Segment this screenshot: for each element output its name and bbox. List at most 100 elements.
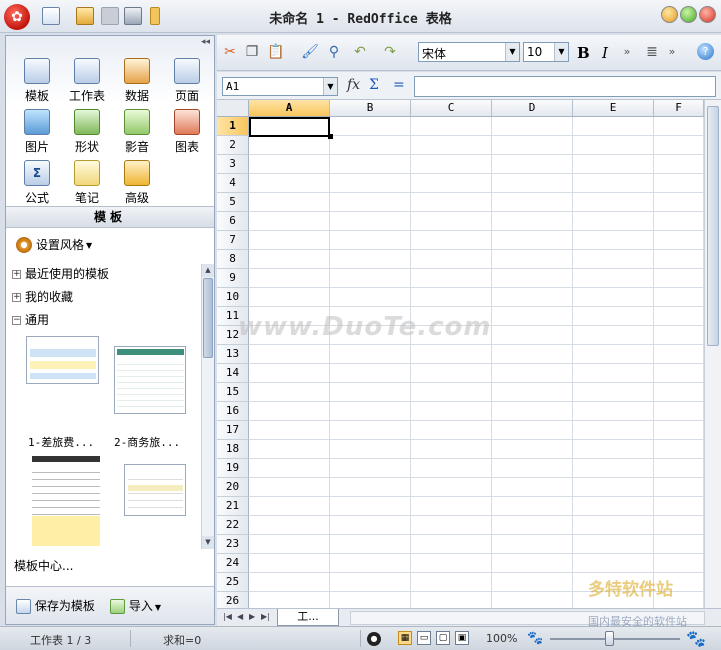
maximize-button[interactable] bbox=[680, 6, 697, 23]
row-header[interactable]: 4 bbox=[217, 174, 249, 193]
format-paintbrush-icon[interactable]: 🖌 bbox=[301, 43, 319, 61]
row-header[interactable]: 21 bbox=[217, 497, 249, 516]
tool-note[interactable]: 笔记 bbox=[62, 160, 112, 206]
undo-icon[interactable]: ↶ bbox=[351, 43, 369, 61]
row-header[interactable]: 18 bbox=[217, 440, 249, 459]
template-center-link[interactable]: 模板中心... bbox=[14, 558, 73, 574]
cut-icon[interactable]: ✂ bbox=[221, 43, 239, 61]
zoom-slider[interactable] bbox=[550, 638, 680, 640]
spreadsheet-grid[interactable]: A B C D E F 1 2 3 4 5 6 7 8 9 10 11 12 13 14 15 16 17 18 19 20 21 2… bbox=[217, 100, 704, 608]
page-break-view-icon[interactable]: ▭ bbox=[417, 631, 431, 645]
tool-formula[interactable]: Σ 公式 bbox=[12, 160, 62, 206]
column-header[interactable]: B bbox=[330, 100, 411, 117]
zoom-out-icon[interactable]: 🐾 bbox=[527, 631, 543, 646]
normal-view-icon[interactable]: ▦ bbox=[398, 631, 412, 645]
chevron-down-icon[interactable]: ▼ bbox=[554, 43, 568, 61]
formula-equals-icon[interactable]: = bbox=[393, 77, 405, 93]
italic-button[interactable]: I bbox=[602, 44, 608, 62]
row-header[interactable]: 9 bbox=[217, 269, 249, 288]
tool-page[interactable]: 页面 bbox=[162, 58, 212, 104]
font-name-select[interactable]: 宋体 ▼ bbox=[418, 42, 520, 62]
active-cell-cursor[interactable] bbox=[249, 117, 330, 137]
fill-handle[interactable] bbox=[328, 134, 333, 139]
tab-sheet-1[interactable]: 工... bbox=[277, 609, 339, 626]
chevron-down-icon[interactable]: ▼ bbox=[323, 78, 337, 95]
row-header[interactable]: 13 bbox=[217, 345, 249, 364]
tool-chart[interactable]: 图表 bbox=[162, 109, 212, 155]
tool-data[interactable]: 数据 bbox=[112, 58, 162, 104]
row-header[interactable]: 22 bbox=[217, 516, 249, 535]
tool-worksheet[interactable]: 工作表 bbox=[62, 58, 112, 104]
column-header[interactable]: E bbox=[573, 100, 654, 117]
prev-sheet-icon[interactable]: ◀ bbox=[237, 612, 243, 621]
close-button[interactable] bbox=[699, 6, 716, 23]
tool-template[interactable]: 模板 bbox=[12, 58, 62, 104]
row-header[interactable]: 5 bbox=[217, 193, 249, 212]
next-sheet-icon[interactable]: ▶ bbox=[249, 612, 255, 621]
more-options-icon[interactable]: » bbox=[663, 43, 681, 61]
function-wizard-icon[interactable]: fx bbox=[347, 77, 360, 93]
row-header[interactable]: 10 bbox=[217, 288, 249, 307]
tool-shape[interactable]: 形状 bbox=[62, 109, 112, 155]
template-thumbnail-travel[interactable] bbox=[26, 336, 99, 384]
row-header[interactable]: 17 bbox=[217, 421, 249, 440]
redo-icon[interactable]: ↷ bbox=[381, 43, 399, 61]
vertical-scroll-thumb[interactable] bbox=[707, 106, 719, 346]
row-header[interactable]: 24 bbox=[217, 554, 249, 573]
panel-scroll-thumb[interactable] bbox=[203, 278, 213, 358]
last-sheet-icon[interactable]: ▶| bbox=[261, 612, 270, 621]
record-icon[interactable]: ● bbox=[367, 632, 381, 646]
align-icon[interactable]: ≣ bbox=[643, 43, 661, 61]
fullscreen-view-icon[interactable]: ▣ bbox=[455, 631, 469, 645]
tool-picture[interactable]: 图片 bbox=[12, 109, 62, 155]
sum-icon[interactable]: Σ bbox=[369, 77, 379, 93]
template-thumbnail-business[interactable] bbox=[114, 346, 186, 414]
row-header[interactable]: 14 bbox=[217, 364, 249, 383]
tool-advanced[interactable]: 高级 bbox=[112, 160, 162, 206]
row-header[interactable]: 1 bbox=[217, 117, 249, 136]
name-box[interactable]: A1 ▼ bbox=[222, 77, 338, 96]
tree-item-general[interactable]: − 通用 bbox=[12, 312, 49, 328]
row-header[interactable]: 19 bbox=[217, 459, 249, 478]
template-thumbnail-4[interactable] bbox=[124, 464, 186, 516]
template-thumbnail-3[interactable] bbox=[32, 456, 100, 548]
row-header[interactable]: 25 bbox=[217, 573, 249, 592]
paste-icon[interactable]: 📋 bbox=[267, 43, 285, 61]
row-header[interactable]: 7 bbox=[217, 231, 249, 250]
row-header[interactable]: 3 bbox=[217, 155, 249, 174]
column-header[interactable]: F bbox=[654, 100, 704, 117]
row-header[interactable]: 8 bbox=[217, 250, 249, 269]
formula-input[interactable] bbox=[414, 76, 716, 97]
font-size-select[interactable]: 10 ▼ bbox=[523, 42, 569, 62]
bold-button[interactable]: B bbox=[577, 44, 590, 62]
column-header[interactable]: A bbox=[249, 100, 330, 117]
zoom-slider-knob[interactable] bbox=[605, 631, 614, 646]
find-icon[interactable]: ⚲ bbox=[325, 43, 343, 61]
row-header[interactable]: 20 bbox=[217, 478, 249, 497]
copy-icon[interactable]: ❐ bbox=[243, 43, 261, 61]
page-layout-view-icon[interactable]: ▢ bbox=[436, 631, 450, 645]
save-as-template-button[interactable]: 保存为模板 bbox=[16, 597, 95, 615]
column-header[interactable]: C bbox=[411, 100, 492, 117]
import-button[interactable]: 导入 ▼ bbox=[110, 597, 161, 615]
panel-scrollbar[interactable]: ▲ ▼ bbox=[201, 264, 214, 549]
row-header[interactable]: 15 bbox=[217, 383, 249, 402]
first-sheet-icon[interactable]: |◀ bbox=[223, 612, 232, 621]
scroll-up-icon[interactable]: ▲ bbox=[202, 264, 214, 277]
help-icon[interactable]: ? bbox=[697, 43, 714, 60]
row-header[interactable]: 16 bbox=[217, 402, 249, 421]
select-all-corner[interactable] bbox=[217, 100, 249, 117]
row-header[interactable]: 6 bbox=[217, 212, 249, 231]
zoom-in-icon[interactable]: 🐾 bbox=[686, 629, 706, 648]
row-header[interactable]: 2 bbox=[217, 136, 249, 155]
tree-item-favorites[interactable]: + 我的收藏 bbox=[12, 289, 73, 305]
column-header[interactable]: D bbox=[492, 100, 573, 117]
row-header[interactable]: 26 bbox=[217, 592, 249, 608]
chevron-down-icon[interactable]: ▼ bbox=[505, 43, 519, 61]
set-style-button[interactable]: 设置风格 ▼ bbox=[16, 236, 92, 254]
row-header[interactable]: 23 bbox=[217, 535, 249, 554]
more-options-icon[interactable]: » bbox=[618, 43, 636, 61]
minimize-button[interactable] bbox=[661, 6, 678, 23]
collapse-panel-icon[interactable]: ◂◂ bbox=[201, 37, 210, 47]
vertical-scrollbar[interactable] bbox=[704, 100, 721, 608]
